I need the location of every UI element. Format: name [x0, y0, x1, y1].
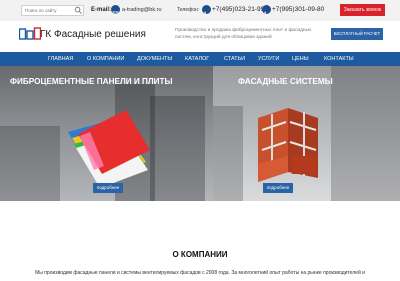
brand-name: ГК Фасадные решения [40, 29, 146, 40]
hero-left-title: ФИБРОЦЕМЕНТНЫЕ ПАНЕЛИ И ПЛИТЫ [10, 77, 173, 86]
company-logo[interactable] [19, 27, 41, 41]
tagline: Производство и продажа фиброцементных пл… [175, 28, 312, 40]
facade-system-image [258, 108, 318, 182]
mail-icon [111, 5, 120, 16]
fiber-cement-samples-image [68, 110, 150, 188]
nav-item-articles[interactable]: СТАТЬИ [224, 52, 245, 66]
about-text: Мы производим фасадные панели и системы … [35, 270, 365, 276]
nav-item-home[interactable]: ГЛАВНАЯ [48, 52, 73, 66]
more-button-systems[interactable]: подробнее [263, 183, 293, 193]
about-title: О КОМПАНИИ [172, 250, 228, 259]
more-button-panels[interactable]: подробнее [93, 183, 123, 193]
email-label: E-mail: [91, 7, 112, 13]
request-call-button[interactable]: Заказать звонок [340, 4, 385, 16]
nav-item-prices[interactable]: ЦЕНЫ [292, 52, 309, 66]
free-calculation-button[interactable]: БЕСПЛАТНЫЙ РАСЧЕТ [331, 28, 383, 40]
phone-icon [202, 5, 211, 16]
top-bar: E-mail: a-trading@bk.ru Телефон: +7(495)… [0, 0, 400, 21]
phone-icon [262, 5, 271, 16]
hero-panels-section: ФИБРОЦЕМЕНТНЫЕ ПАНЕЛИ И ПЛИТЫ подробнее [0, 66, 213, 201]
nav-item-catalog[interactable]: КАТАЛОГ [185, 52, 209, 66]
nav-item-contacts[interactable]: КОНТАКТЫ [324, 52, 354, 66]
nav-item-about[interactable]: О КОМПАНИИ [87, 52, 124, 66]
main-nav: ГЛАВНАЯ О КОМПАНИИ ДОКУМЕНТЫ КАТАЛОГ СТА… [0, 52, 400, 66]
hero-banner: ФИБРОЦЕМЕНТНЫЕ ПАНЕЛИ И ПЛИТЫ подробнее … [0, 66, 400, 201]
nav-item-services[interactable]: УСЛУГИ [258, 52, 279, 66]
hero-systems-section: ФАСАДНЫЕ СИСТЕМЫ подробнее [213, 66, 400, 201]
phone-number-2[interactable]: +7(995)301-09-80 [272, 6, 324, 13]
hero-right-title: ФАСАДНЫЕ СИСТЕМЫ [238, 77, 333, 86]
nav-item-documents[interactable]: ДОКУМЕНТЫ [137, 52, 172, 66]
phone-number-1[interactable]: +7(495)023-21-99 [212, 6, 264, 13]
search-icon[interactable] [74, 6, 83, 15]
phone-label: Телефон: [177, 7, 200, 13]
email-link[interactable]: a-trading@bk.ru [122, 7, 162, 13]
